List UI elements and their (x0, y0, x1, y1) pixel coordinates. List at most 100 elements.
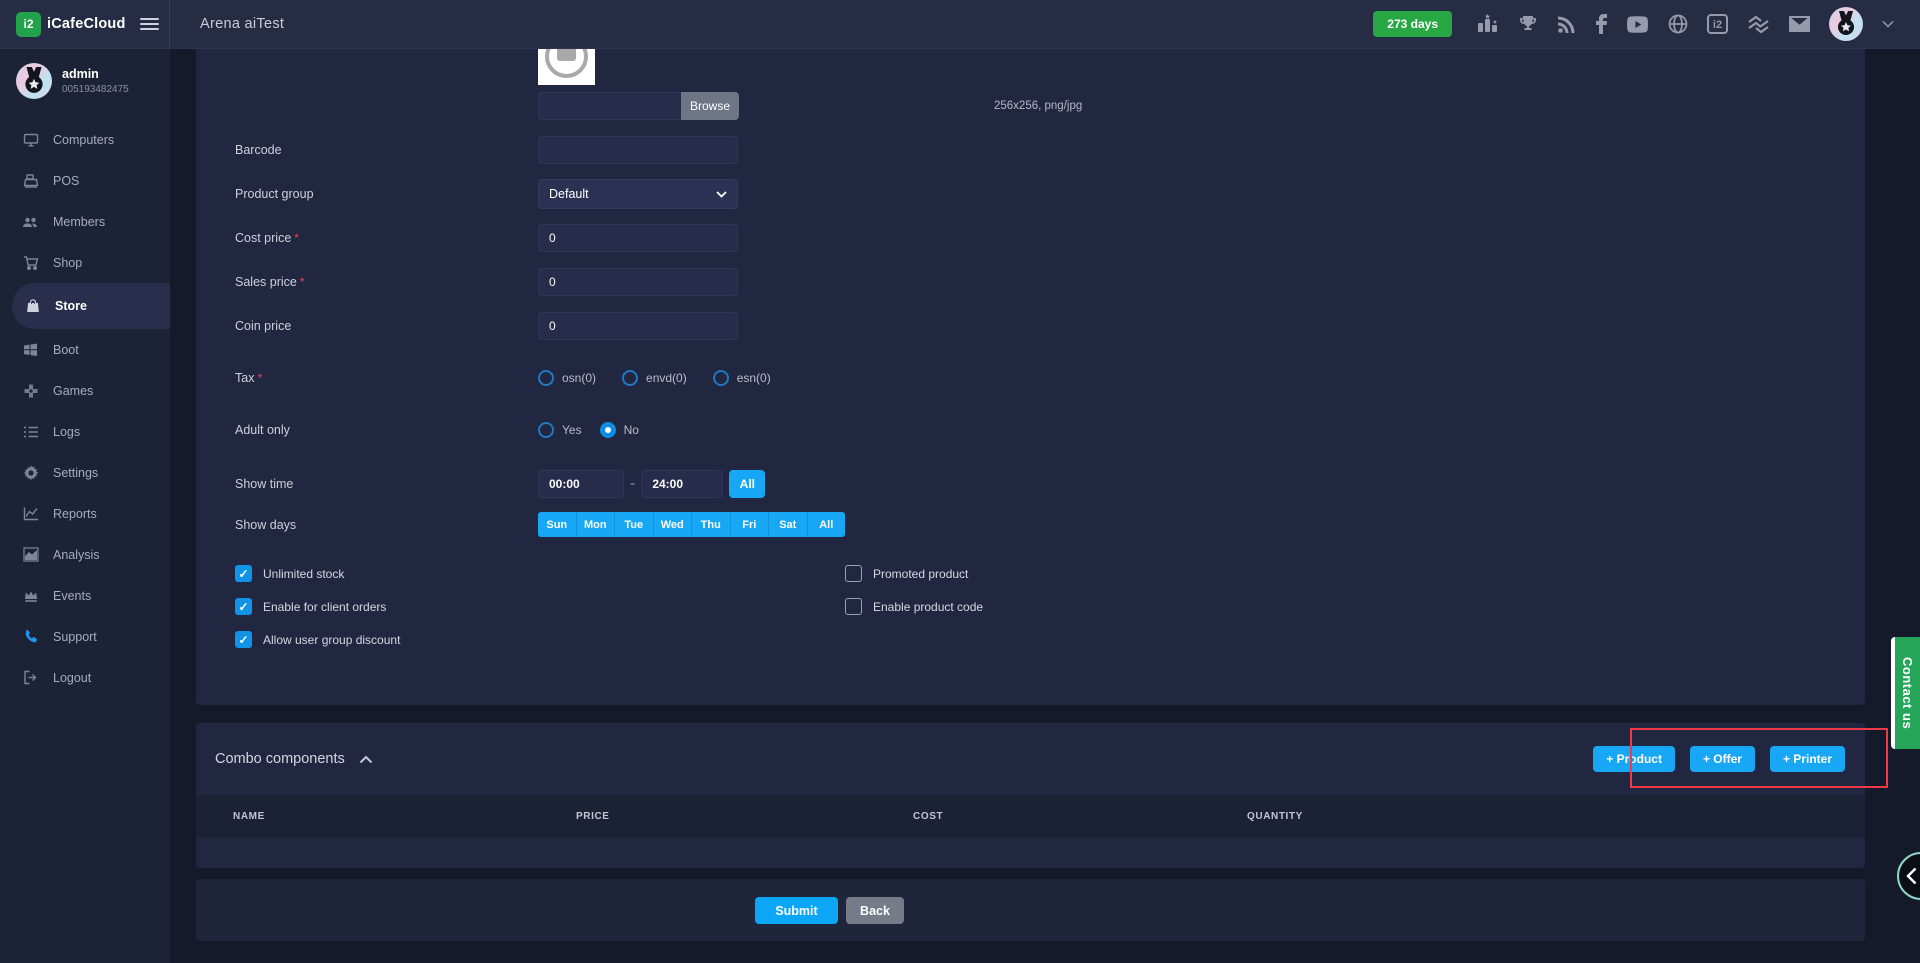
add-offer-button[interactable]: + Offer (1690, 746, 1755, 772)
sidebar-item-label: Members (53, 215, 105, 229)
mail-icon[interactable] (1789, 16, 1810, 32)
icafecloud-logo-icon: i2 (16, 12, 41, 37)
sidebar-item-label: Logs (53, 425, 80, 439)
day-button-tue[interactable]: Tue (615, 512, 654, 537)
sales-price-label: Sales price (235, 275, 297, 289)
icafecloud-mark-icon[interactable]: i2 (1707, 14, 1728, 34)
youtube-icon[interactable] (1626, 16, 1649, 33)
product-group-label: Product group (235, 187, 538, 201)
column-header-cost: COST (913, 811, 1247, 822)
chevron-down-icon (716, 187, 727, 201)
back-button[interactable]: Back (846, 897, 904, 924)
sidebar-item-members[interactable]: Members (0, 201, 170, 242)
cost-price-input[interactable] (538, 224, 738, 252)
show-time-to-input[interactable] (641, 470, 723, 498)
product-group-select[interactable]: Default (538, 179, 738, 209)
sidebar-item-support[interactable]: Support (0, 616, 170, 657)
add-product-button[interactable]: + Product (1593, 746, 1675, 772)
day-button-wed[interactable]: Wed (654, 512, 693, 537)
camera-icon (557, 49, 576, 61)
sidebar-item-pos[interactable]: POS (0, 160, 170, 201)
adult-only-no[interactable]: No (600, 422, 639, 438)
adult-only-yes[interactable]: Yes (538, 422, 582, 438)
show-time-all-button[interactable]: All (729, 470, 765, 498)
required-asterisk: * (294, 231, 299, 245)
checkbox-enable-product-code[interactable]: Enable product code (845, 598, 983, 615)
sidebar-item-games[interactable]: Games (0, 370, 170, 411)
browse-button[interactable]: Browse (681, 92, 739, 120)
contact-us-tab[interactable]: Contact us (1891, 637, 1920, 749)
chevron-left-icon (1906, 867, 1917, 885)
topbar: i2 iCafeCloud Arena aiTest 273 days (0, 0, 1920, 49)
sidebar-item-store[interactable]: Store (12, 283, 170, 329)
monitor-icon (22, 131, 39, 148)
logout-icon (22, 669, 39, 686)
sidebar-item-logout[interactable]: Logout (0, 657, 170, 698)
globe-icon[interactable] (1668, 14, 1688, 34)
trophy-icon[interactable] (1518, 14, 1538, 34)
sidebar-item-logs[interactable]: Logs (0, 411, 170, 452)
brand-area: i2 iCafeCloud (0, 0, 170, 48)
license-days-badge[interactable]: 273 days (1373, 11, 1452, 37)
sidebar-item-shop[interactable]: Shop (0, 242, 170, 283)
user-avatar[interactable] (1829, 7, 1863, 41)
add-printer-button[interactable]: + Printer (1770, 746, 1845, 772)
tax-row: Tax* osn(0) envd(0) esn(0) (235, 370, 1865, 386)
product-form-card: Browse 256x256, png/jpg Barcode Product … (196, 49, 1865, 705)
list-icon (22, 423, 39, 440)
sidebar-item-settings[interactable]: Settings (0, 452, 170, 493)
checkbox-unlimited-stock[interactable]: ✓ Unlimited stock (235, 565, 845, 582)
day-button-mon[interactable]: Mon (577, 512, 616, 537)
column-header-price: PRICE (576, 811, 913, 822)
day-button-sat[interactable]: Sat (769, 512, 808, 537)
coin-price-input[interactable] (538, 312, 738, 340)
phone-icon (22, 628, 39, 645)
show-days-label: Show days (235, 518, 538, 532)
show-time-label: Show time (235, 477, 538, 491)
cost-price-label: Cost price (235, 231, 291, 245)
windows-icon (22, 341, 39, 358)
sidebar-item-label: Support (53, 630, 97, 644)
sales-price-row: Sales price* (235, 268, 1865, 296)
image-file-input[interactable] (538, 92, 681, 120)
barcode-input[interactable] (538, 136, 738, 164)
line-chart-icon (22, 505, 39, 522)
user-id: 005193482475 (62, 84, 129, 95)
hamburger-menu-icon[interactable] (140, 15, 159, 33)
sidebar-item-computers[interactable]: Computers (0, 119, 170, 160)
chevron-down-icon[interactable] (1882, 15, 1894, 33)
checkbox-enable-client-orders[interactable]: ✓ Enable for client orders (235, 598, 845, 615)
image-upload-row: Browse 256x256, png/jpg (235, 92, 1865, 120)
ranking-icon[interactable] (1477, 14, 1499, 34)
sales-price-input[interactable] (538, 268, 738, 296)
main-content: Browse 256x256, png/jpg Barcode Product … (170, 49, 1920, 963)
layers-icon[interactable] (1747, 15, 1770, 34)
people-icon (22, 213, 39, 230)
day-button-thu[interactable]: Thu (692, 512, 731, 537)
sidebar-item-label: POS (53, 174, 79, 188)
tax-option-envd[interactable]: envd(0) (622, 370, 687, 386)
show-days-strip: Sun Mon Tue Wed Thu Fri Sat All (538, 512, 845, 537)
product-image-preview[interactable] (538, 49, 595, 85)
sidebar-item-events[interactable]: Events (0, 575, 170, 616)
sidebar-avatar (16, 63, 52, 99)
sidebar-item-boot[interactable]: Boot (0, 329, 170, 370)
tax-option-osn[interactable]: osn(0) (538, 370, 596, 386)
checkbox-promoted-product[interactable]: Promoted product (845, 565, 983, 582)
submit-button[interactable]: Submit (755, 897, 838, 924)
day-button-sun[interactable]: Sun (538, 512, 577, 537)
rss-icon[interactable] (1557, 15, 1576, 34)
show-time-from-input[interactable] (538, 470, 624, 498)
checkbox-allow-user-group-discount[interactable]: ✓ Allow user group discount (235, 631, 845, 648)
user-panel[interactable]: admin 005193482475 (0, 49, 170, 109)
combo-components-title[interactable]: Combo components (215, 751, 373, 767)
chevron-up-icon[interactable] (359, 755, 373, 764)
day-button-fri[interactable]: Fri (731, 512, 770, 537)
tax-option-esn[interactable]: esn(0) (713, 370, 771, 386)
radio-icon (713, 370, 729, 386)
day-button-all[interactable]: All (808, 512, 846, 537)
facebook-icon[interactable] (1595, 14, 1607, 34)
sidebar-item-reports[interactable]: Reports (0, 493, 170, 534)
sidebar-item-analysis[interactable]: Analysis (0, 534, 170, 575)
time-range-dash: - (630, 475, 635, 493)
